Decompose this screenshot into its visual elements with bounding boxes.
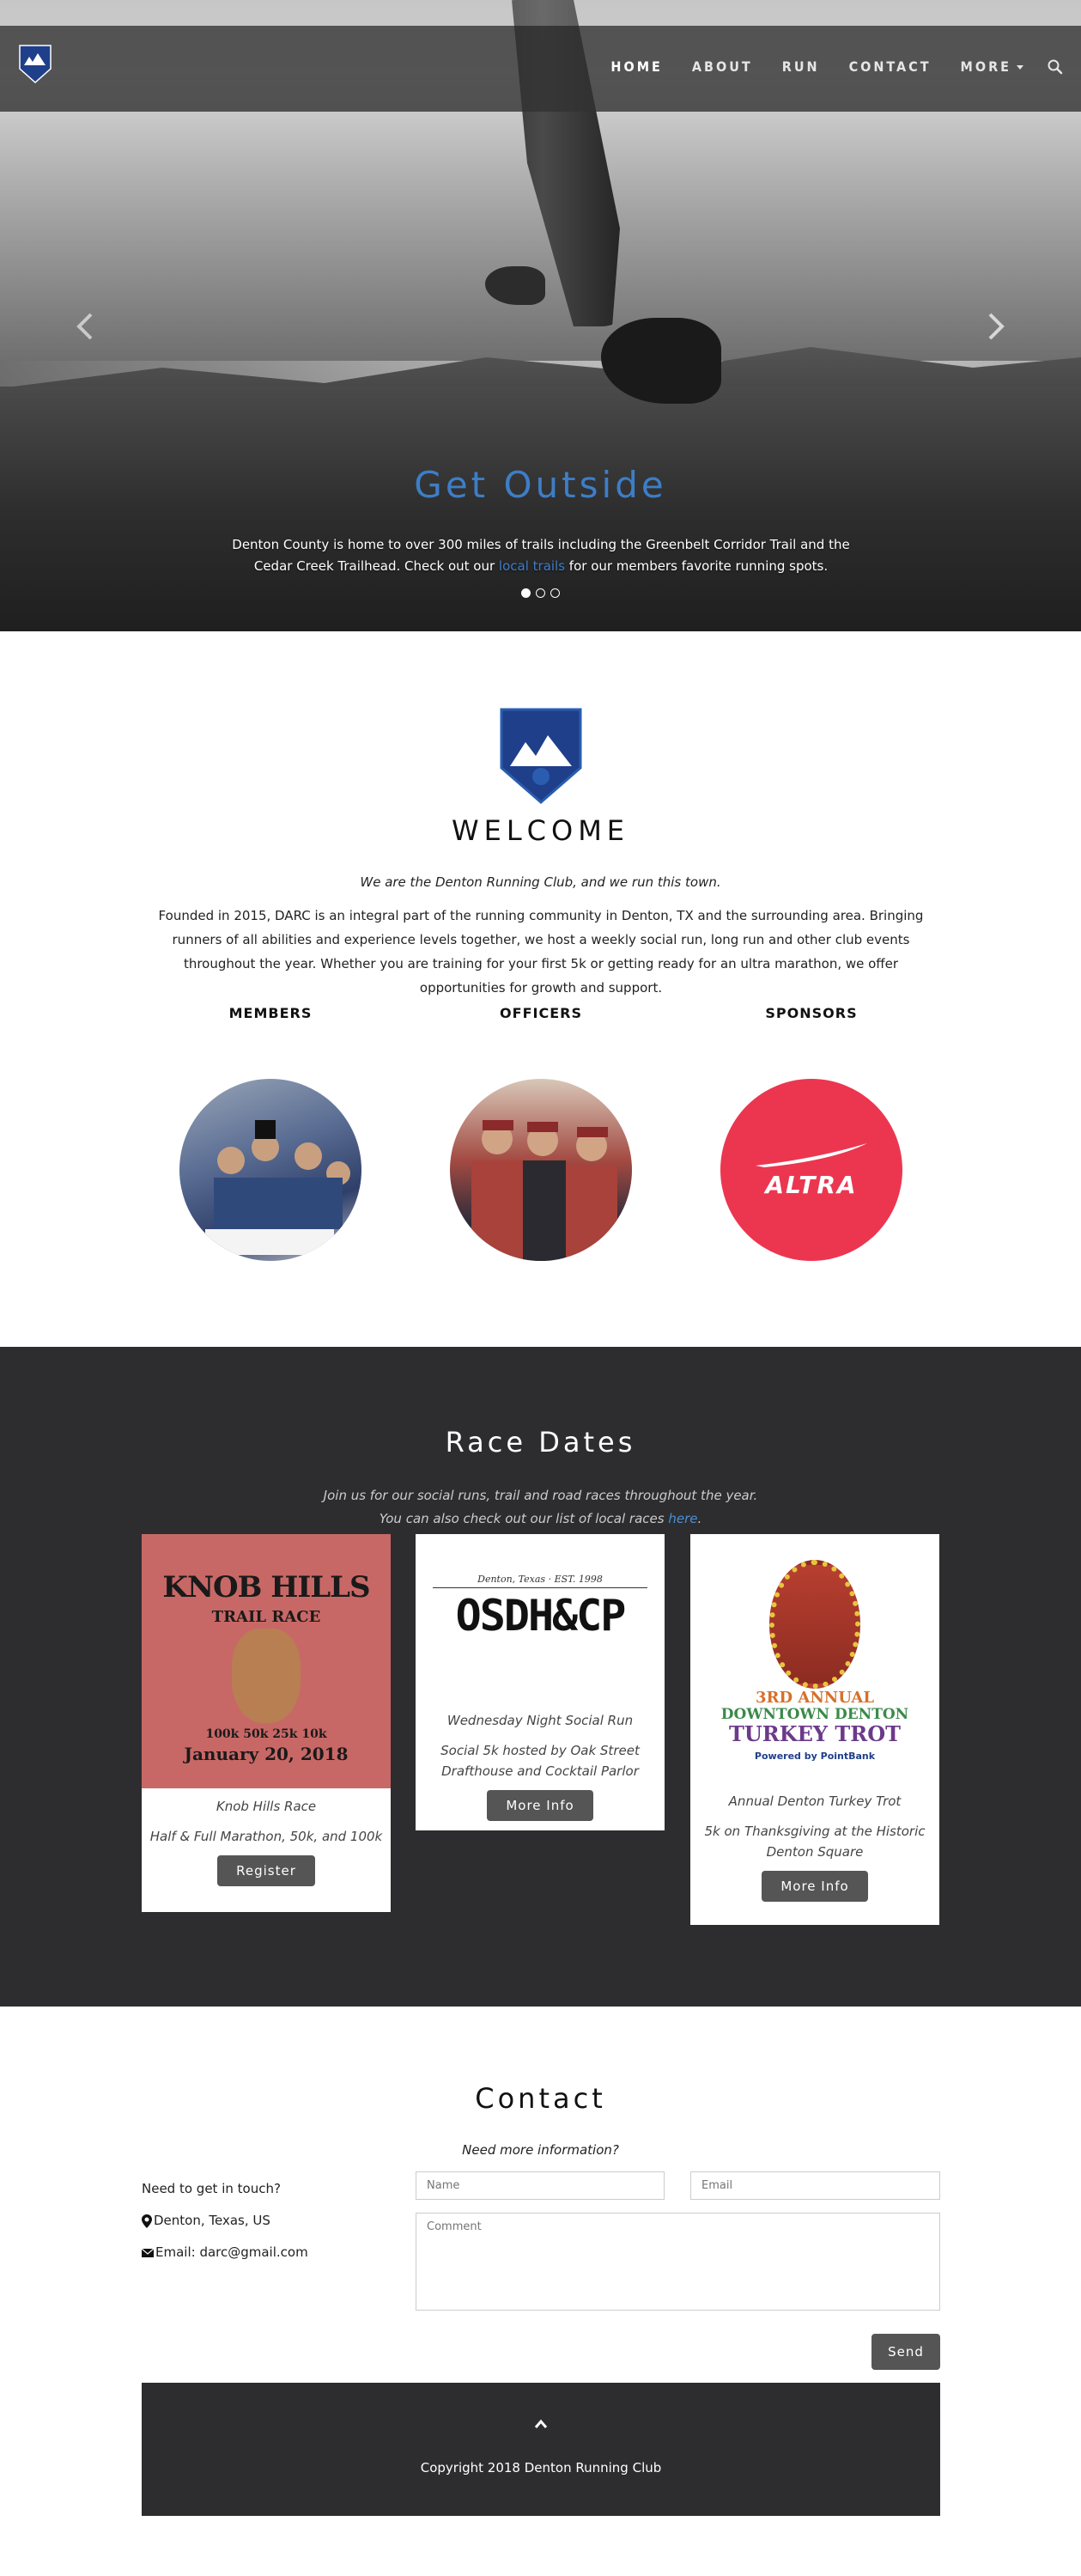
osdh-poster-rule bbox=[433, 1587, 647, 1588]
send-button[interactable]: Send bbox=[871, 2334, 940, 2370]
search-icon[interactable] bbox=[1047, 58, 1064, 76]
club-sections: MEMBERS OFFICERS SPONSORS ALTRA bbox=[142, 1005, 940, 1261]
race-card-turkey-trot: 3RD ANNUAL DOWNTOWN DENTON TURKEY TROT P… bbox=[690, 1534, 939, 1925]
race-name: Knob Hills Race bbox=[216, 1799, 317, 1814]
contact-email: Email: darc@gmail.com bbox=[142, 2237, 308, 2268]
officers-photo[interactable] bbox=[450, 1079, 632, 1261]
contact-location-text: Denton, Texas, US bbox=[154, 2213, 270, 2228]
carousel-indicator-3[interactable] bbox=[550, 588, 560, 598]
chevron-right-icon[interactable] bbox=[987, 311, 1005, 342]
nav-contact[interactable]: CONTACT bbox=[835, 50, 946, 83]
sponsors-column: SPONSORS ALTRA bbox=[683, 1005, 940, 1261]
members-photo-figures bbox=[205, 1120, 350, 1255]
altra-logo-text: ALTRA bbox=[765, 1170, 858, 1199]
hero-caption: Denton County is home to over 300 miles … bbox=[223, 534, 859, 577]
courthouse-illustration bbox=[769, 1560, 860, 1689]
map-marker-icon bbox=[142, 2214, 152, 2228]
bobcat-illustration bbox=[232, 1629, 301, 1723]
contact-tagline: Need more information? bbox=[462, 2142, 619, 2158]
osdh-poster-location: Denton, Texas · EST. 1998 bbox=[477, 1574, 603, 1585]
turkey-trot-poster-line1: 3RD ANNUAL bbox=[756, 1689, 874, 1707]
officers-heading: OFFICERS bbox=[500, 1005, 582, 1021]
race-name: Wednesday Night Social Run bbox=[446, 1713, 634, 1728]
race-dates-title: Race Dates bbox=[445, 1426, 636, 1459]
more-info-button[interactable]: More Info bbox=[487, 1790, 593, 1821]
race-dates-sub-line2-end: . bbox=[697, 1511, 702, 1526]
osdh-poster-city: Denton, Texas bbox=[477, 1574, 546, 1585]
contact-title: Contact bbox=[475, 2082, 606, 2115]
welcome-body: Founded in 2015, DARC is an integral par… bbox=[158, 908, 924, 996]
race-dates-sub-line2-text: You can also check out our list of local… bbox=[379, 1511, 669, 1526]
osdh-poster-est: EST. 1998 bbox=[554, 1574, 603, 1585]
osdh-poster[interactable]: Denton, Texas · EST. 1998 OSDH&CP bbox=[416, 1534, 665, 1702]
members-column: MEMBERS bbox=[142, 1005, 399, 1261]
more-info-button[interactable]: More Info bbox=[762, 1871, 868, 1902]
carousel-indicator-2[interactable] bbox=[536, 588, 545, 598]
race-description: Social 5k hosted by Oak Street Drafthous… bbox=[440, 1743, 640, 1779]
knob-hills-poster-date: January 20, 2018 bbox=[184, 1744, 349, 1764]
copyright: Copyright 2018 Denton Running Club bbox=[420, 2460, 662, 2476]
members-photo[interactable] bbox=[179, 1079, 361, 1261]
race-dates-sub-line1: Join us for our social runs, trail and r… bbox=[323, 1488, 758, 1503]
chevron-up-icon[interactable] bbox=[532, 2415, 550, 2433]
race-dates-sub-line2: You can also check out our list of local… bbox=[0, 1507, 1081, 1531]
knob-hills-poster-title: KNOB HILLS bbox=[162, 1570, 370, 1605]
footer: Copyright 2018 Denton Running Club bbox=[142, 2383, 940, 2516]
contact-location: Denton, Texas, US bbox=[142, 2205, 308, 2237]
sponsors-heading: SPONSORS bbox=[765, 1005, 858, 1021]
envelope-icon bbox=[142, 2248, 154, 2257]
local-races-link[interactable]: here bbox=[668, 1511, 697, 1526]
turkey-trot-poster-line2: DOWNTOWN DENTON bbox=[720, 1706, 909, 1723]
navbar: HOME ABOUT RUN CONTACT MORE bbox=[0, 26, 1081, 112]
contact-email-text[interactable]: Email: darc@gmail.com bbox=[155, 2237, 308, 2268]
race-card-social-run: Denton, Texas · EST. 1998 OSDH&CP Wednes… bbox=[416, 1534, 665, 1830]
carousel-indicator-1[interactable] bbox=[521, 588, 531, 598]
nav-more-label: MORE bbox=[960, 58, 1011, 75]
race-dates-subtitle: Join us for our social runs, trail and r… bbox=[0, 1484, 1081, 1531]
nav-run[interactable]: RUN bbox=[768, 50, 835, 83]
nav-about[interactable]: ABOUT bbox=[677, 50, 768, 83]
nav-home[interactable]: HOME bbox=[596, 50, 677, 83]
race-name: Annual Denton Turkey Trot bbox=[728, 1793, 902, 1809]
carousel-indicators bbox=[0, 588, 1081, 598]
turkey-trot-poster-sponsor: Powered by PointBank bbox=[754, 1751, 876, 1762]
contact-info: Need to get in touch? Denton, Texas, US … bbox=[142, 2173, 308, 2268]
knob-hills-poster-distances: 100k 50k 25k 10k bbox=[205, 1727, 327, 1741]
email-input[interactable] bbox=[690, 2171, 940, 2200]
register-button[interactable]: Register bbox=[217, 1855, 315, 1886]
officers-photo-figures bbox=[471, 1120, 617, 1261]
local-trails-link[interactable]: local trails bbox=[499, 558, 565, 574]
hero-caption-end: for our members favorite running spots. bbox=[565, 558, 829, 574]
top-strip bbox=[0, 0, 1081, 26]
name-input[interactable] bbox=[416, 2171, 665, 2200]
members-heading: MEMBERS bbox=[228, 1005, 313, 1021]
chevron-left-icon[interactable] bbox=[76, 311, 94, 342]
altra-logo[interactable]: ALTRA bbox=[720, 1079, 902, 1261]
turkey-trot-poster[interactable]: 3RD ANNUAL DOWNTOWN DENTON TURKEY TROT P… bbox=[690, 1534, 939, 1783]
osdh-poster-name: OSDH&CP bbox=[455, 1591, 627, 1641]
race-dates-section: Race Dates Join us for our social runs, … bbox=[0, 1347, 1081, 2007]
race-description: 5k on Thanksgiving at the Historic Dento… bbox=[704, 1824, 926, 1860]
turkey-trot-poster-line3: TURKEY TROT bbox=[729, 1721, 901, 1746]
hero-carousel: HOME ABOUT RUN CONTACT MORE Get Outside … bbox=[0, 0, 1081, 631]
welcome-title: WELCOME bbox=[451, 814, 630, 847]
welcome-tagline: We are the Denton Running Club, and we r… bbox=[360, 874, 721, 890]
comment-textarea[interactable] bbox=[416, 2213, 940, 2311]
race-description: Half & Full Marathon, 50k, and 100k bbox=[149, 1829, 383, 1844]
knob-hills-poster-subtitle: TRAIL RACE bbox=[211, 1608, 321, 1626]
race-card-knob-hills: KNOB HILLS TRAIL RACE 100k 50k 25k 10k J… bbox=[142, 1534, 391, 1912]
darc-club-logo bbox=[500, 708, 582, 804]
hero-title: Get Outside bbox=[414, 464, 667, 506]
caret-down-icon bbox=[1017, 65, 1023, 70]
contact-prompt: Need to get in touch? bbox=[142, 2181, 281, 2196]
nav-more[interactable]: MORE bbox=[946, 50, 1038, 83]
nav-links: HOME ABOUT RUN CONTACT MORE bbox=[596, 50, 1064, 83]
officers-column: OFFICERS bbox=[412, 1005, 670, 1261]
altra-logo-mark: ALTRA bbox=[747, 1142, 876, 1199]
altra-swoosh-icon bbox=[756, 1142, 867, 1167]
knob-hills-poster[interactable]: KNOB HILLS TRAIL RACE 100k 50k 25k 10k J… bbox=[142, 1534, 391, 1788]
darc-logo[interactable] bbox=[17, 43, 53, 84]
